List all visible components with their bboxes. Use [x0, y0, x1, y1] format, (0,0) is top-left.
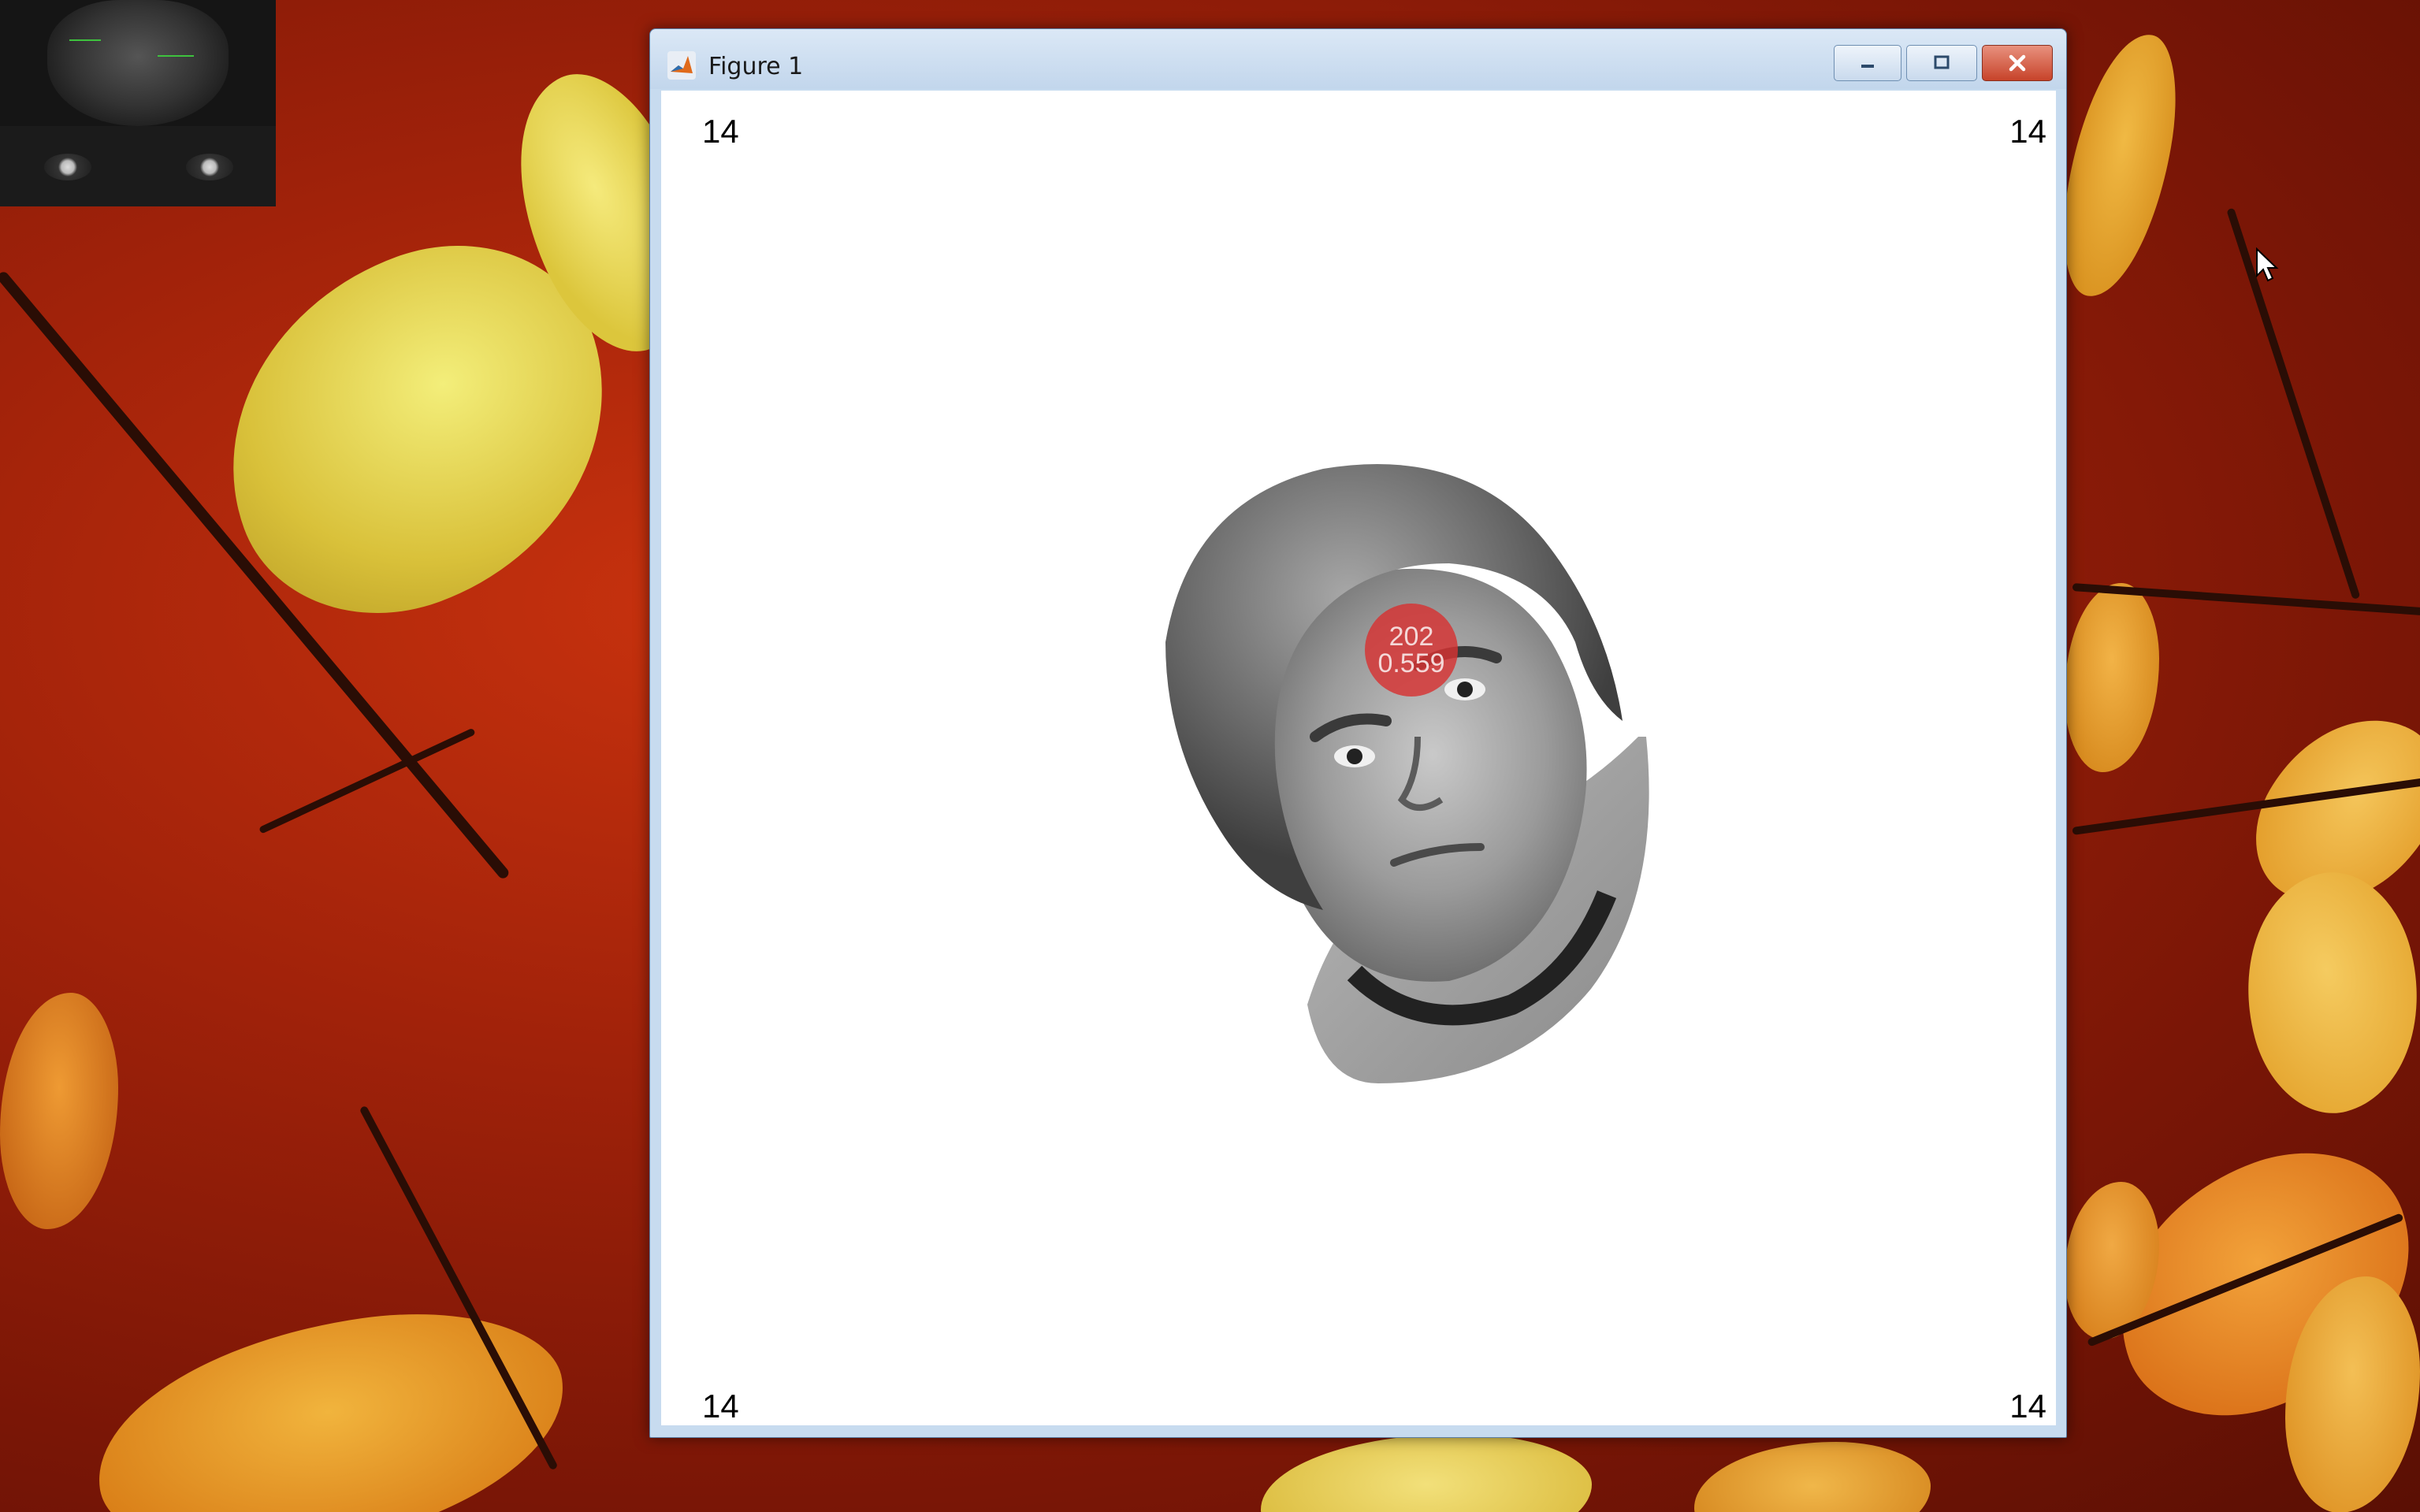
branch-decoration — [258, 727, 476, 834]
leaf-decoration — [0, 993, 118, 1229]
leaf-decoration — [2050, 25, 2190, 306]
webcam-eye-band — [0, 126, 276, 206]
corner-label-top-left: 14 — [702, 113, 739, 150]
title-bar[interactable]: Figure 1 — [650, 29, 2066, 89]
corner-label-bottom-right: 14 — [2009, 1388, 2046, 1425]
gaze-guide-line — [158, 55, 194, 57]
minimize-icon — [1861, 65, 1874, 68]
leaf-decoration — [1261, 1434, 1592, 1512]
leaf-decoration — [2065, 583, 2159, 772]
gaze-guide-line — [69, 39, 101, 41]
corner-label-bottom-left: 14 — [702, 1388, 739, 1425]
window-title: Figure 1 — [708, 53, 804, 80]
figure-window: Figure 1 14 14 14 14 — [649, 28, 2067, 1438]
mouse-cursor-icon — [2256, 247, 2279, 282]
leaf-decoration — [2217, 856, 2420, 1130]
webcam-preview — [0, 0, 276, 206]
maximize-button[interactable] — [1906, 45, 1977, 81]
maximize-icon — [1934, 55, 1950, 69]
gaze-marker-count: 202 — [1388, 622, 1434, 652]
leaf-decoration — [81, 1291, 581, 1512]
close-icon — [2009, 54, 2026, 72]
gaze-marker-value: 0.559 — [1377, 648, 1445, 678]
matlab-icon — [667, 51, 696, 80]
gaze-marker: 202 0.559 — [1365, 604, 1458, 697]
figure-canvas[interactable]: 14 14 14 14 — [661, 91, 2056, 1425]
webcam-eye-left — [44, 154, 91, 180]
webcam-face — [47, 0, 229, 126]
minimize-button[interactable] — [1834, 45, 1901, 81]
close-button[interactable] — [1982, 45, 2053, 81]
branch-decoration — [2226, 207, 2361, 600]
face-stimulus-image — [1165, 464, 1649, 1083]
corner-label-top-right: 14 — [2009, 113, 2046, 150]
leaf-decoration — [1694, 1442, 1931, 1512]
webcam-eye-right — [186, 154, 233, 180]
